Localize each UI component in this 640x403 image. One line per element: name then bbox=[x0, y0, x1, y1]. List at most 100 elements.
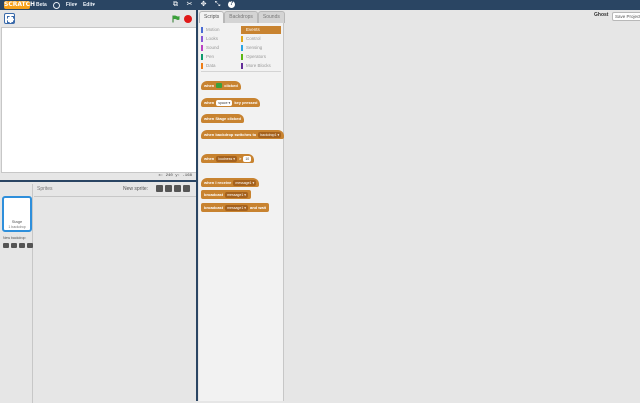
block-text: clicked bbox=[224, 83, 238, 88]
block-text: broadcast bbox=[204, 205, 224, 210]
category-label: Control bbox=[246, 36, 261, 41]
category-label: Motion bbox=[206, 27, 220, 32]
category-label: Data bbox=[206, 63, 216, 68]
mouse-coordinates: x: 240 y: -168 bbox=[0, 173, 198, 180]
camera-sprite-icon[interactable] bbox=[183, 185, 190, 192]
sprite-library-icon[interactable] bbox=[156, 185, 163, 192]
category-looks[interactable]: Looks bbox=[201, 35, 241, 43]
category-label: Sound bbox=[206, 45, 220, 50]
sprite-pane: Stage 1 backdrop New backdrop: Sprites N… bbox=[0, 180, 198, 403]
new-sprite-label: New sprite: bbox=[123, 186, 149, 192]
backdrop-dropdown[interactable]: backdrop1 ▾ bbox=[258, 131, 282, 138]
category-operators[interactable]: Operators bbox=[241, 53, 281, 61]
category-label: Looks bbox=[206, 36, 219, 41]
sprites-label: Sprites bbox=[37, 186, 53, 192]
category-color-swatch bbox=[241, 36, 243, 42]
category-color-swatch bbox=[241, 63, 243, 69]
menu-bar: SCRATCH Beta File▾ Edit▾ ⧉ ✂ ✥ ⤡ ? bbox=[0, 0, 640, 10]
category-label: Events bbox=[246, 27, 260, 32]
green-flag-icon bbox=[216, 83, 223, 88]
message-dropdown[interactable]: message1 ▾ bbox=[233, 179, 257, 186]
save-project-button[interactable]: Save Project bbox=[612, 12, 640, 21]
sprite-list[interactable] bbox=[34, 196, 197, 403]
category-motion[interactable]: Motion bbox=[201, 26, 241, 34]
current-sprite-name: Ghost bbox=[594, 12, 609, 18]
scratch-logo[interactable]: SCRATCH bbox=[4, 1, 35, 9]
presentation-mode-button[interactable] bbox=[4, 13, 15, 24]
editor-tabs: Scripts Backdrops Sounds bbox=[199, 11, 285, 23]
category-more-blocks[interactable]: More Blocks bbox=[241, 62, 281, 70]
sensor-dropdown[interactable]: loudness ▾ bbox=[216, 155, 237, 162]
block-broadcast-and-wait[interactable]: broadcast message1 ▾ and wait bbox=[201, 203, 270, 212]
block-when-loudness[interactable]: when loudness ▾ > 10 bbox=[201, 154, 255, 163]
block-text: when backdrop switches to bbox=[204, 132, 257, 137]
stage-backdrop-count: 1 backdrop bbox=[8, 225, 26, 229]
block-text: when bbox=[204, 100, 215, 105]
block-text: key pressed bbox=[234, 100, 258, 105]
new-backdrop-label: New backdrop: bbox=[3, 236, 27, 240]
cut-icon[interactable]: ✂ bbox=[186, 1, 193, 9]
stamp-icon[interactable]: ⧉ bbox=[172, 1, 179, 9]
block-when-i-receive[interactable]: when I receive message1 ▾ bbox=[201, 178, 260, 187]
stage-thumb-label: Stage bbox=[11, 219, 23, 224]
block-text: when bbox=[204, 156, 215, 161]
stop-button[interactable] bbox=[184, 15, 192, 23]
sprites-area: Sprites New sprite: bbox=[34, 184, 197, 403]
category-label: Pen bbox=[206, 54, 215, 59]
grow-icon[interactable]: ✥ bbox=[200, 1, 207, 9]
file-menu[interactable]: File▾ bbox=[66, 2, 77, 8]
category-pen[interactable]: Pen bbox=[201, 53, 241, 61]
block-text: and wait bbox=[250, 205, 267, 210]
edit-menu[interactable]: Edit▾ bbox=[83, 2, 95, 8]
green-flag-icon[interactable] bbox=[172, 15, 180, 23]
category-sensing[interactable]: Sensing bbox=[241, 44, 281, 52]
block-when-stage-clicked[interactable]: when Stage clicked bbox=[201, 114, 244, 123]
category-color-swatch bbox=[201, 45, 203, 51]
category-color-swatch bbox=[241, 54, 243, 60]
shrink-icon[interactable]: ⤡ bbox=[214, 1, 221, 9]
stage-canvas[interactable] bbox=[1, 27, 197, 173]
block-when-flag-clicked[interactable]: when clicked bbox=[201, 81, 241, 90]
block-text: when Stage clicked bbox=[204, 116, 241, 121]
upload-backdrop-icon[interactable] bbox=[19, 243, 25, 248]
category-color-swatch bbox=[241, 45, 243, 51]
paint-backdrop-icon[interactable] bbox=[11, 243, 17, 248]
stage-column: Stage 1 backdrop New backdrop: bbox=[1, 184, 33, 403]
value-input[interactable]: 10 bbox=[243, 155, 252, 162]
category-color-swatch bbox=[201, 54, 203, 60]
block-text: when bbox=[204, 83, 215, 88]
category-events[interactable]: Events bbox=[241, 26, 281, 34]
paint-sprite-icon[interactable] bbox=[165, 185, 172, 192]
stage-toolbar bbox=[0, 10, 198, 27]
tab-scripts[interactable]: Scripts bbox=[199, 11, 225, 23]
category-list: Motion Events Looks Control Sound Sensin… bbox=[201, 26, 281, 70]
stage-thumbnail[interactable]: Stage 1 backdrop bbox=[2, 196, 32, 232]
language-globe-icon[interactable] bbox=[52, 1, 60, 9]
upload-sprite-icon[interactable] bbox=[174, 185, 181, 192]
category-color-swatch bbox=[201, 36, 203, 42]
category-color-swatch bbox=[201, 63, 203, 69]
block-text: > bbox=[238, 156, 242, 161]
category-label: Sensing bbox=[246, 45, 263, 50]
tab-backdrops[interactable]: Backdrops bbox=[224, 11, 258, 23]
scripts-area[interactable] bbox=[285, 11, 640, 401]
category-control[interactable]: Control bbox=[241, 35, 281, 43]
palette-divider bbox=[201, 71, 281, 72]
camera-backdrop-icon[interactable] bbox=[27, 243, 33, 248]
key-dropdown[interactable]: space ▾ bbox=[216, 99, 233, 106]
message-dropdown[interactable]: message1 ▾ bbox=[225, 191, 249, 198]
backdrop-library-icon[interactable] bbox=[3, 243, 9, 248]
beta-label: Beta bbox=[36, 2, 47, 8]
message-dropdown[interactable]: message1 ▾ bbox=[225, 204, 249, 211]
help-icon[interactable]: ? bbox=[228, 1, 235, 8]
block-palette: Motion Events Looks Control Sound Sensin… bbox=[199, 23, 285, 401]
block-text: when I receive bbox=[204, 180, 232, 185]
tab-sounds[interactable]: Sounds bbox=[257, 11, 285, 23]
category-sound[interactable]: Sound bbox=[201, 44, 241, 52]
block-text: broadcast bbox=[204, 192, 224, 197]
category-data[interactable]: Data bbox=[201, 62, 241, 70]
block-broadcast[interactable]: broadcast message1 ▾ bbox=[201, 190, 252, 199]
category-color-swatch bbox=[201, 27, 203, 33]
block-when-backdrop-switches[interactable]: when backdrop switches to backdrop1 ▾ bbox=[201, 130, 285, 139]
block-when-key-pressed[interactable]: when space ▾ key pressed bbox=[201, 98, 261, 107]
